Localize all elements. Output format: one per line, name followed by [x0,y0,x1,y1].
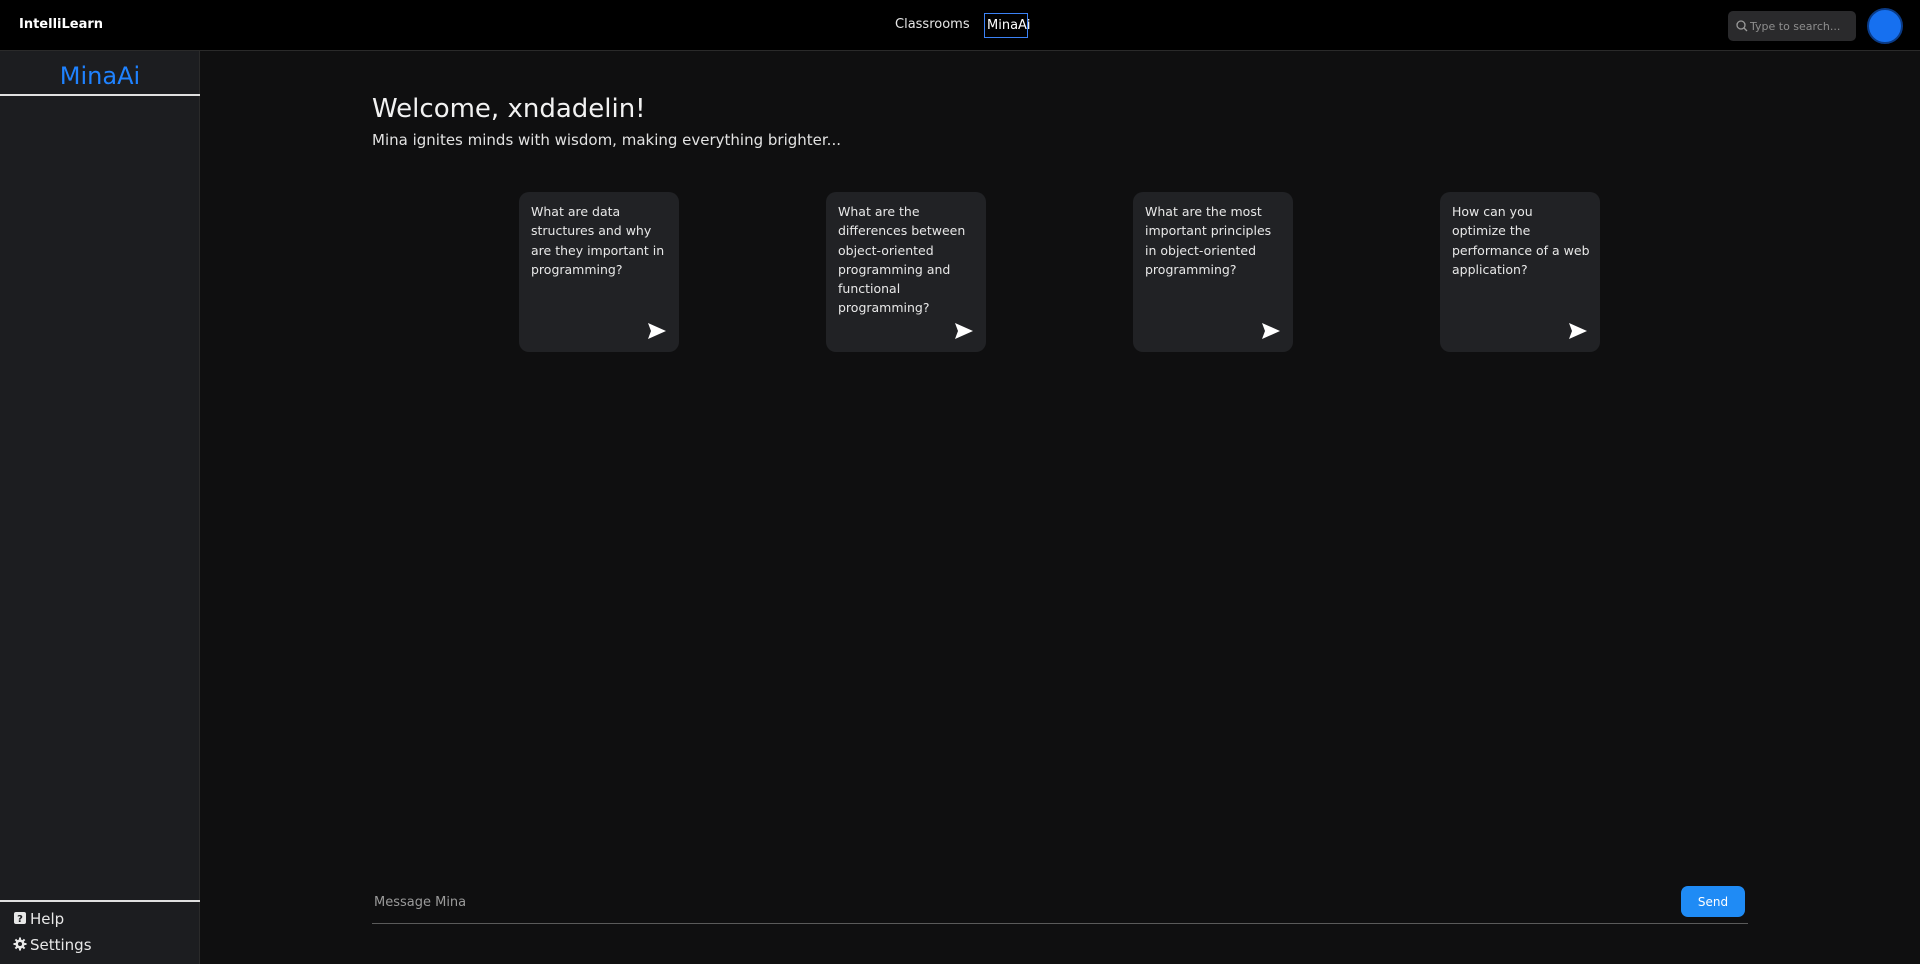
settings-label: Settings [30,936,92,954]
search-icon [1734,18,1750,34]
help-link[interactable]: ? Help [13,908,64,930]
gear-icon [13,935,27,951]
svg-text:?: ? [17,914,23,925]
suggestion-card[interactable]: What are data structures and why are the… [519,192,679,352]
send-icon[interactable] [954,322,974,340]
sidebar-title: MinaAi [0,60,200,96]
help-label: Help [30,910,65,928]
suggestion-card[interactable]: How can you optimize the performance of … [1440,192,1600,352]
search-box[interactable] [1728,11,1856,41]
suggestion-text: What are the differences between object-… [838,204,966,316]
suggestion-text: How can you optimize the performance of … [1452,204,1590,277]
top-bar: IntelliLearn Classrooms MinaAi [0,0,1920,51]
settings-link[interactable]: Settings [13,934,92,956]
message-input[interactable] [374,884,1674,920]
suggestion-text: What are the most important principles i… [1145,204,1272,277]
send-icon[interactable] [1568,322,1588,340]
welcome-heading: Welcome, xndadelin! [372,94,646,124]
sidebar: MinaAi ? Help Settings [0,51,200,964]
send-icon[interactable] [647,322,667,340]
search-input[interactable] [1750,11,1854,41]
brand-logo[interactable]: IntelliLearn [19,17,103,32]
suggestion-card[interactable]: What are the most important principles i… [1133,192,1293,352]
send-button[interactable]: Send [1681,886,1745,917]
help-icon: ? [13,909,27,925]
sidebar-footer: ? Help Settings [0,900,200,964]
suggestion-text: What are data structures and why are the… [531,204,665,277]
nav-minaai[interactable]: MinaAi [984,13,1031,38]
tagline: Mina ignites minds with wisdom, making e… [372,131,841,149]
avatar[interactable] [1867,8,1903,44]
send-icon[interactable] [1261,322,1281,340]
nav-classrooms[interactable]: Classrooms [893,13,972,38]
message-composer: Send [372,884,1748,924]
suggestion-card[interactable]: What are the differences between object-… [826,192,986,352]
